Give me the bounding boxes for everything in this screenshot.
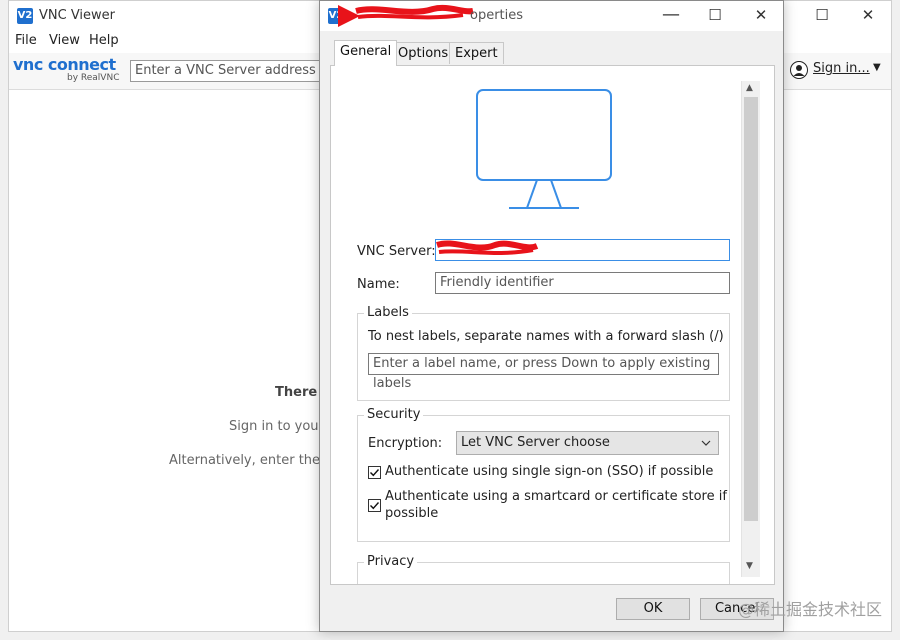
empty-state-signin-text: Sign in to your [229,419,324,434]
dialog-close-icon[interactable]: ✕ [750,5,772,25]
privacy-group-title: Privacy [364,554,418,569]
scroll-up-icon[interactable]: ▲ [746,83,753,93]
sign-in-label: Sign in... [813,61,870,76]
user-avatar-icon[interactable] [790,61,808,83]
dialog-title: operties [470,8,524,23]
properties-dialog: V2 operties — ☐ ✕ General Options Expert… [319,0,784,632]
main-window-title: VNC Viewer [39,8,116,23]
sign-in-button[interactable]: Sign in... [813,61,870,76]
labels-hint: To nest labels, separate names with a fo… [368,329,724,344]
labels-group-title: Labels [364,305,412,320]
encryption-label: Encryption: [368,436,443,451]
smartcard-label[interactable]: Authenticate using a smartcard or certif… [385,488,727,522]
scroll-down-icon[interactable]: ▼ [746,561,753,571]
maximize-icon[interactable]: ☐ [811,5,833,25]
sign-in-dropdown-icon[interactable]: ▼ [873,62,881,73]
server-redaction-mark [435,237,545,265]
security-group-title: Security [364,407,424,422]
security-group: Security Encryption: Let VNC Server choo… [357,407,730,542]
vnc-app-icon: V2 [17,8,33,24]
sso-label[interactable]: Authenticate using single sign-on (SSO) … [385,463,713,480]
ok-button[interactable]: OK [616,598,690,620]
site-watermark: @稀土掘金技术社区 [737,600,882,619]
encryption-select[interactable]: Let VNC Server choose [456,431,719,455]
empty-state-alternative-text: Alternatively, enter the VN [169,453,343,468]
labels-group: Labels To nest labels, separate names wi… [357,305,730,401]
vnc-server-label: VNC Server: [357,244,436,259]
menu-view[interactable]: View [49,33,80,48]
monitor-illustration [475,88,615,216]
smartcard-checkbox[interactable] [368,499,381,512]
menu-help[interactable]: Help [89,33,119,48]
scroll-thumb[interactable] [744,97,758,521]
panel-scrollbar[interactable]: ▲ ▼ [741,81,760,577]
minimize-icon[interactable]: — [660,5,682,25]
chevron-down-icon [700,432,712,462]
menu-file[interactable]: File [15,33,37,48]
close-icon[interactable]: ✕ [857,5,879,25]
encryption-value: Let VNC Server choose [461,435,610,450]
label-input[interactable]: Enter a label name, or press Down to app… [368,353,719,391]
name-label: Name: [357,277,400,292]
tab-options[interactable]: Options [392,42,455,64]
smartcard-label-line2: possible [385,506,439,521]
sso-checkbox[interactable] [368,466,381,479]
tab-general[interactable]: General [334,40,398,66]
name-input[interactable]: Friendly identifier [435,272,730,294]
dialog-titlebar: V2 operties — ☐ ✕ [320,1,783,31]
privacy-group: Privacy [357,554,730,584]
dialog-maximize-icon[interactable]: ☐ [704,5,726,25]
smartcard-label-line1: Authenticate using a smartcard or certif… [385,489,727,504]
vnc-connect-logo: vnc connect [13,55,116,74]
realvnc-logo-subtext: by RealVNC [67,73,120,83]
tab-expert[interactable]: Expert [449,42,504,64]
title-redaction-mark [338,3,478,33]
general-tab-panel: VNC Server: Name: Friendly identifier La… [330,65,775,585]
